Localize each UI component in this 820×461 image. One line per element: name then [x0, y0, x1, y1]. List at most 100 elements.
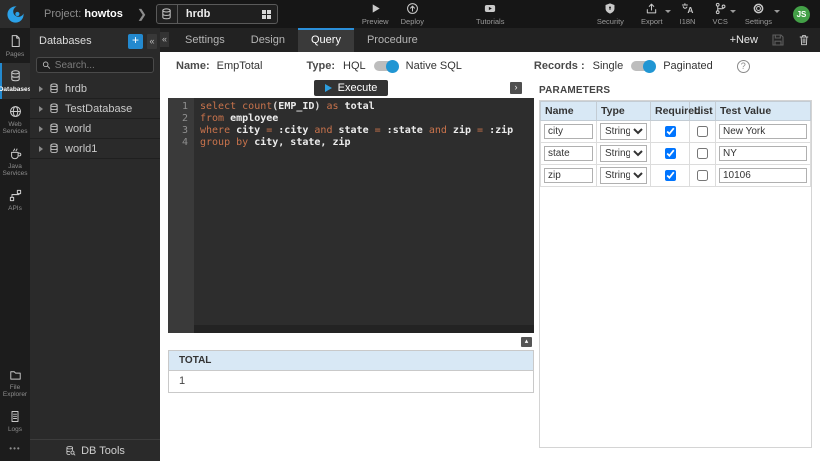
db-tools-button[interactable]: DB Tools [30, 439, 160, 461]
execute-button[interactable]: Execute [314, 80, 389, 96]
log-file-icon [9, 410, 21, 423]
user-avatar[interactable]: JS [793, 6, 810, 23]
expand-caret-icon[interactable] [39, 86, 43, 92]
databases-panel-title: Databases [39, 35, 124, 47]
param-test-value-input[interactable] [719, 124, 807, 139]
git-branch-icon [714, 2, 727, 15]
param-required-checkbox[interactable] [665, 126, 676, 137]
globe-icon [9, 105, 22, 118]
collapse-panel-button[interactable]: « [147, 34, 157, 49]
search-input[interactable] [55, 60, 148, 71]
param-name-input[interactable] [544, 146, 593, 161]
rail-item-pages[interactable]: Pages [0, 28, 30, 63]
db-list-item[interactable]: hrdb [30, 79, 160, 99]
collapse-results-button[interactable]: ▴ [521, 337, 532, 347]
chevron-down-icon [774, 10, 780, 13]
code-line[interactable]: 1select count(EMP_ID) as total [168, 101, 534, 113]
param-list-checkbox[interactable] [697, 126, 708, 137]
col-header-list: List [690, 102, 716, 121]
tab-settings[interactable]: Settings [172, 28, 238, 52]
save-icon[interactable] [771, 33, 785, 47]
settings-button[interactable]: Settings [745, 2, 772, 26]
param-type-select[interactable]: String [600, 167, 647, 184]
rail-item-logs[interactable]: Logs [0, 404, 30, 438]
search-icon [42, 60, 51, 70]
deploy-button[interactable]: Deploy [401, 2, 424, 26]
param-required-checkbox[interactable] [665, 148, 676, 159]
param-name-input[interactable] [544, 124, 593, 139]
records-toggle[interactable] [631, 61, 655, 71]
tab-query[interactable]: Query [298, 28, 354, 52]
records-label: Records : [534, 60, 585, 72]
breadcrumb-chevron-icon: ❯ [137, 7, 147, 21]
top-bar: Project: howtos ❯ hrdb Preview Deploy Tu… [0, 0, 820, 28]
database-switcher[interactable]: hrdb [156, 4, 278, 24]
results-column-header: TOTAL [169, 351, 533, 371]
tab-procedure[interactable]: Procedure [354, 28, 431, 52]
type-option-hql[interactable]: HQL [343, 60, 366, 72]
code-line[interactable]: 2from employee [168, 113, 534, 125]
new-query-button[interactable]: +New [730, 34, 758, 46]
param-test-value-input[interactable] [719, 168, 807, 183]
rail-item-java-services[interactable]: Java Services [0, 141, 30, 183]
play-icon [325, 84, 332, 92]
grid-icon[interactable] [262, 10, 271, 19]
toggle-knob [643, 60, 656, 73]
preview-button[interactable]: Preview [362, 2, 389, 26]
vcs-button[interactable]: VCS [712, 2, 727, 26]
rail-item-apis[interactable]: APIs [0, 183, 30, 217]
export-button[interactable]: Export [641, 2, 663, 26]
param-type-select[interactable]: String [600, 145, 647, 162]
collapse-sidebar-button[interactable]: « [160, 32, 169, 47]
rail-item-databases[interactable]: Databases [0, 63, 30, 98]
tutorials-button[interactable]: Tutorials [476, 2, 504, 26]
editor-scrollbar-track[interactable] [194, 325, 534, 333]
param-type-select[interactable]: String [600, 123, 647, 140]
param-required-checkbox[interactable] [665, 170, 676, 181]
results-cell: 1 [169, 371, 533, 392]
security-button[interactable]: Security [597, 2, 624, 26]
help-icon[interactable]: ? [737, 60, 750, 73]
trash-icon[interactable] [798, 33, 810, 47]
wavemaker-logo-icon[interactable] [0, 0, 30, 28]
type-option-native-sql[interactable]: Native SQL [406, 60, 462, 72]
db-list-item[interactable]: TestDatabase [30, 99, 160, 119]
results-table: TOTAL 1 [168, 350, 534, 393]
rail-more-button[interactable]: ••• [0, 438, 30, 461]
code-line[interactable]: 4group by city, state, zip [168, 137, 534, 149]
database-search[interactable] [36, 57, 154, 73]
parameters-table: Name Type Required List Test Value Strin… [540, 101, 811, 187]
query-name-value[interactable]: EmpTotal [217, 60, 263, 72]
expand-caret-icon[interactable] [39, 146, 43, 152]
param-list-checkbox[interactable] [697, 148, 708, 159]
db-list-item[interactable]: world [30, 119, 160, 139]
tab-design[interactable]: Design [238, 28, 298, 52]
records-option-paginated[interactable]: Paginated [663, 60, 713, 72]
sql-editor[interactable]: 1select count(EMP_ID) as total2from empl… [168, 98, 534, 333]
expand-caret-icon[interactable] [39, 126, 43, 132]
expand-caret-icon[interactable] [39, 106, 43, 112]
parameter-row: String [541, 121, 811, 143]
database-icon [49, 143, 59, 154]
type-toggle[interactable] [374, 61, 398, 71]
collapse-parameters-button[interactable]: › [510, 82, 522, 94]
db-list-item[interactable]: world1 [30, 139, 160, 159]
records-option-single[interactable]: Single [593, 60, 624, 72]
folder-icon [9, 369, 22, 381]
i18n-button[interactable]: A I18N [680, 2, 696, 26]
gear-icon [752, 2, 765, 15]
svg-text:A: A [687, 5, 693, 15]
type-label: Type: [306, 60, 335, 72]
selected-database-name: hrdb [178, 8, 262, 20]
add-database-button[interactable]: + [128, 34, 143, 49]
rail-item-file-explorer[interactable]: File Explorer [0, 363, 30, 404]
project-name: howtos [84, 8, 123, 20]
param-list-checkbox[interactable] [697, 170, 708, 181]
page-icon [9, 34, 22, 48]
database-icon [49, 123, 59, 134]
rail-item-web-services[interactable]: Web Services [0, 99, 30, 141]
app-window: Project: howtos ❯ hrdb Preview Deploy Tu… [0, 0, 820, 461]
code-line[interactable]: 3where city = :city and state = :state a… [168, 125, 534, 137]
param-name-input[interactable] [544, 168, 593, 183]
param-test-value-input[interactable] [719, 146, 807, 161]
